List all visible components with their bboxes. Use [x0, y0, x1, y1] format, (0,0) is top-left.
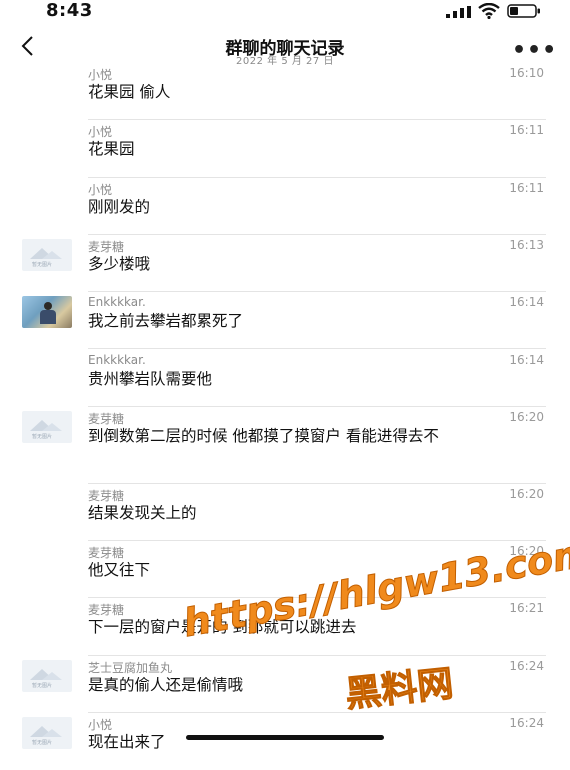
message-row[interactable]: 小悦 16:11 刚刚发的 [0, 178, 570, 235]
message-text: 刚刚发的 [88, 197, 151, 216]
message-time: 16:21 [509, 601, 544, 616]
message-row[interactable]: 暂无图片 麦芽糖 16:20 到倒数第二层的时候 他都摸了摸窗户 看能进得去不 [0, 407, 570, 484]
message-text: 到倒数第二层的时候 他都摸了摸窗户 看能进得去不 [88, 426, 439, 445]
sender-name: Enkkkkar. [88, 352, 146, 367]
signal-icon [446, 6, 471, 18]
message-row[interactable]: Enkkkkar. 16:14 贵州攀岩队需要他 [0, 350, 570, 407]
sender-name: 小悦 [88, 125, 113, 140]
avatar[interactable]: 暂无图片 [22, 717, 72, 749]
message-row[interactable]: 小悦 16:11 花果园 [0, 120, 570, 178]
message-time: 16:10 [509, 66, 544, 80]
message-text: 结果发现关上的 [88, 503, 197, 522]
home-indicator[interactable] [186, 735, 384, 740]
sender-name: 麦芽糖 [88, 411, 125, 426]
message-row[interactable]: 暂无图片 麦芽糖 16:13 多少楼哦 [0, 235, 570, 293]
message-row[interactable]: 小悦 16:10 花果园 偷人 [0, 63, 570, 121]
sender-name: 小悦 [88, 718, 113, 732]
message-time: 16:20 [509, 409, 544, 424]
sender-name: 麦芽糖 [88, 239, 125, 254]
sender-name: Enkkkkar. [88, 295, 146, 310]
sender-name: 麦芽糖 [88, 603, 125, 618]
message-text: 贵州攀岩队需要他 [88, 369, 213, 388]
message-text: 我之前去攀岩都累死了 [88, 312, 244, 331]
sender-name: 芝士豆腐加鱼丸 [88, 660, 173, 675]
message-text: 多少楼哦 [88, 254, 151, 273]
battery-icon [507, 4, 540, 18]
message-time: 16:13 [509, 237, 544, 252]
sender-name: 小悦 [88, 68, 113, 82]
message-time: 16:14 [509, 295, 544, 310]
avatar[interactable]: 暂无图片 [22, 659, 72, 692]
avatar[interactable]: 暂无图片 [22, 410, 72, 443]
status-time: 8:43 [46, 0, 93, 21]
sender-name: 麦芽糖 [88, 488, 125, 503]
avatar-placeholder-caption: 暂无图片 [32, 740, 53, 746]
sender-name: 麦芽糖 [88, 546, 125, 561]
navigation-bar: 群聊的聊天记录 2022 年 5 月 27 日 ••• [0, 28, 570, 68]
sender-name: 小悦 [88, 182, 113, 197]
message-row[interactable]: 暂无图片 小悦 16:24 现在出来了 [0, 713, 570, 770]
avatar[interactable]: 暂无图片 [22, 238, 72, 271]
wifi-icon [478, 3, 500, 19]
message-text: 是真的偷人还是偷情哦 [88, 675, 244, 694]
message-text: 花果园 偷人 [88, 83, 171, 101]
avatar-placeholder-caption: 暂无图片 [32, 682, 53, 689]
message-text: 花果园 [88, 140, 135, 159]
avatar[interactable] [22, 296, 72, 329]
more-dots-icon[interactable]: ••• [512, 38, 557, 63]
avatar-placeholder-caption: 暂无图片 [32, 261, 53, 268]
message-time: 16:20 [509, 486, 544, 501]
status-bar: 8:43 [0, 0, 570, 22]
message-row[interactable]: 麦芽糖 16:20 结果发现关上的 [0, 484, 570, 542]
message-time: 16:11 [509, 123, 544, 138]
message-row[interactable]: Enkkkkar. 16:14 我之前去攀岩都累死了 [0, 292, 570, 350]
message-time: 16:24 [509, 658, 544, 673]
message-row[interactable]: 暂无图片 芝士豆腐加鱼丸 16:24 是真的偷人还是偷情哦 [0, 656, 570, 713]
message-time: 16:11 [509, 180, 544, 195]
message-time: 16:14 [509, 352, 544, 367]
message-time: 16:24 [509, 716, 544, 730]
avatar-placeholder-caption: 暂无图片 [32, 433, 53, 440]
